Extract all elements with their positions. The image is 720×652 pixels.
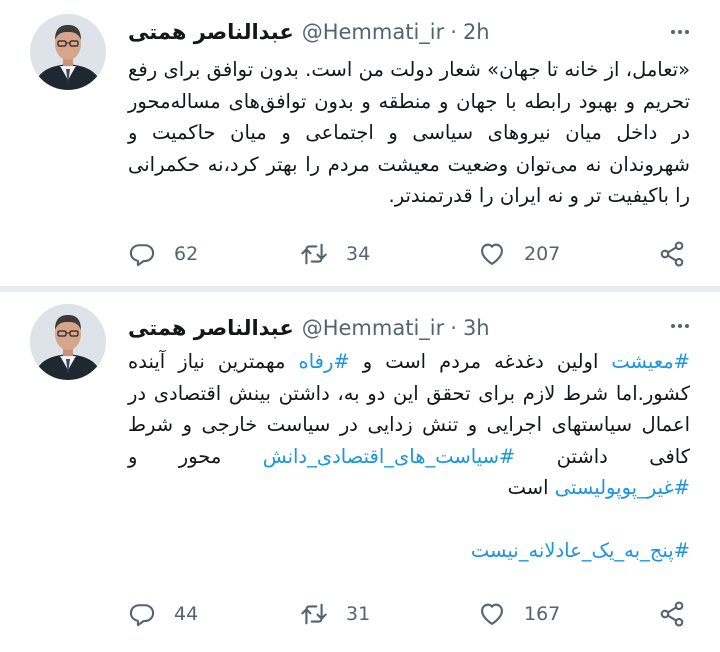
retweet-button[interactable]: 34: [300, 236, 370, 272]
text-segment: است: [507, 476, 555, 499]
text-segment: محور و: [128, 444, 263, 468]
hashtag-link[interactable]: #رفاه: [299, 350, 350, 373]
heart-icon: [478, 240, 506, 268]
separator: ·: [450, 316, 457, 340]
hashtag-link[interactable]: #غیر_پوپولیستی: [555, 476, 690, 499]
like-button[interactable]: 207: [478, 236, 560, 272]
share-button[interactable]: [658, 236, 686, 272]
author-handle[interactable]: @Hemmati_ir: [302, 316, 445, 340]
author-name[interactable]: عبدالناصر همتی: [128, 20, 294, 44]
share-icon: [658, 240, 686, 268]
more-icon[interactable]: [668, 20, 692, 44]
share-icon: [658, 600, 686, 628]
retweet-count: 31: [346, 603, 371, 625]
heart-icon: [478, 600, 506, 628]
reply-button[interactable]: 44: [128, 596, 198, 632]
tweet-actions: 44 31 167: [128, 596, 698, 632]
reply-icon: [128, 240, 156, 268]
share-button[interactable]: [658, 596, 686, 632]
reply-count: 44: [174, 603, 199, 625]
retweet-button[interactable]: 31: [300, 596, 370, 632]
retweet-icon: [300, 600, 328, 628]
separator: ·: [450, 20, 457, 44]
tweet-header: عبدالناصر همتی @Hemmati_ir · 3h: [128, 310, 664, 346]
like-button[interactable]: 167: [478, 596, 560, 632]
tweet-actions: 62 34 207: [128, 236, 698, 272]
tweet-header: عبدالناصر همتی @Hemmati_ir · 2h: [128, 14, 664, 50]
tweet-text: #معیشت اولین دغدغه مردم است و #رفاه مهمت…: [128, 346, 690, 567]
tweet-text: «تعامل، از خانه تا جهان» شعار دولت من اس…: [128, 58, 690, 207]
more-icon[interactable]: [668, 314, 692, 338]
hashtag-link[interactable]: #سیاست_های_اقتصادی_دانش: [263, 445, 516, 468]
author-handle[interactable]: @Hemmati_ir: [302, 20, 445, 44]
reply-icon: [128, 600, 156, 628]
hashtag-link[interactable]: #پنج_به_یک_عادلانه_نیست: [471, 539, 690, 562]
like-count: 167: [524, 603, 561, 625]
author-name[interactable]: عبدالناصر همتی: [128, 316, 294, 340]
retweet-icon: [300, 240, 328, 268]
tweet[interactable]: عبدالناصر همتی @Hemmati_ir · 2h «تعامل، …: [0, 0, 720, 286]
reply-button[interactable]: 62: [128, 236, 198, 272]
timestamp[interactable]: 2h: [463, 20, 490, 44]
avatar[interactable]: [30, 304, 106, 380]
like-count: 207: [524, 243, 561, 265]
retweet-count: 34: [346, 243, 371, 265]
avatar[interactable]: [30, 14, 106, 90]
timestamp[interactable]: 3h: [463, 316, 490, 340]
hashtag-link[interactable]: #معیشت: [611, 350, 690, 373]
text-segment: اولین دغدغه مردم است و: [349, 350, 612, 373]
reply-count: 62: [174, 243, 199, 265]
